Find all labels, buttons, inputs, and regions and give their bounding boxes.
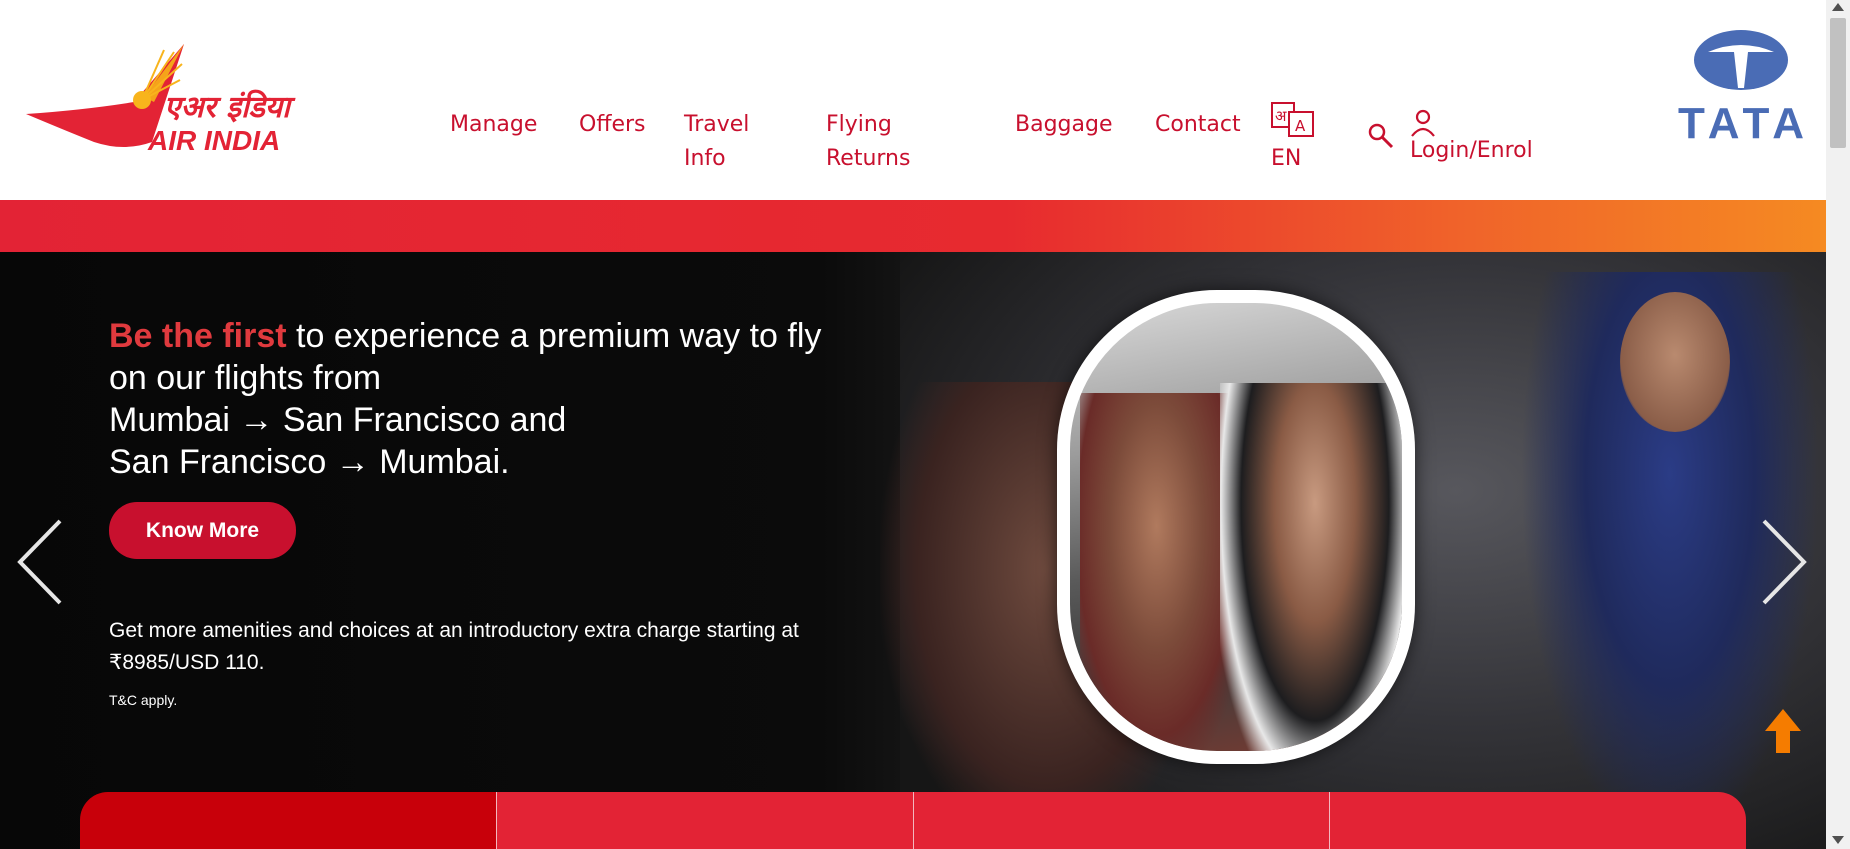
headline-highlight: Be the first bbox=[109, 317, 287, 355]
nav-flying-returns-label-2: Returns bbox=[826, 146, 911, 171]
aircraft-window-frame bbox=[1057, 290, 1415, 764]
tata-logo-graphic: TATA bbox=[1678, 30, 1804, 148]
tata-logo-text: TATA bbox=[1678, 99, 1804, 140]
chevron-right-icon bbox=[1762, 519, 1807, 605]
login-label: Login/Enrol bbox=[1410, 138, 1533, 163]
chevron-left-icon bbox=[17, 519, 62, 605]
nav-baggage-label: Baggage bbox=[1015, 112, 1113, 137]
nav-travel-info-label-2: Info bbox=[684, 146, 726, 171]
nav-baggage[interactable]: Baggage bbox=[1015, 108, 1135, 142]
gradient-banner-strip bbox=[0, 200, 1826, 252]
hero-headline: Be the first to experience a premium way… bbox=[109, 315, 929, 483]
nav-offers[interactable]: Offers bbox=[579, 108, 679, 142]
nav-flying-returns-label-1: Flying bbox=[826, 112, 892, 137]
logo-english-text: AIR INDIA bbox=[147, 125, 280, 156]
amenities-line2: ₹8985/USD 110. bbox=[109, 651, 265, 674]
scrollbar-thumb[interactable] bbox=[1830, 18, 1846, 148]
headline-line4: San Francisco → Mumbai. bbox=[109, 443, 510, 481]
nav-travel-info-label-1: Travel bbox=[684, 112, 750, 137]
nav-flying-returns[interactable]: Flying Returns bbox=[826, 108, 966, 176]
know-more-button[interactable]: Know More bbox=[109, 502, 296, 559]
booking-tabs bbox=[80, 792, 1746, 849]
login-button[interactable]: Login/Enrol bbox=[1410, 108, 1533, 163]
user-icon bbox=[1411, 109, 1435, 137]
search-button[interactable] bbox=[1366, 121, 1396, 151]
svg-text:अ: अ bbox=[1275, 107, 1287, 125]
language-icon: अ A bbox=[1271, 102, 1314, 137]
logo-hindi-text: एअर इंडिया bbox=[164, 89, 296, 125]
nav-manage-label: Manage bbox=[450, 112, 538, 137]
air-india-logo-graphic: एअर इंडिया AIR INDIA bbox=[26, 44, 296, 156]
nav-travel-info[interactable]: Travel Info bbox=[684, 108, 794, 176]
hero-carousel: Be the first to experience a premium way… bbox=[0, 252, 1826, 849]
search-icon bbox=[1368, 123, 1394, 149]
nav-contact[interactable]: Contact bbox=[1155, 108, 1255, 142]
scroll-down-arrow-icon[interactable] bbox=[1832, 836, 1844, 844]
language-label: EN bbox=[1271, 146, 1302, 171]
carousel-prev-button[interactable] bbox=[16, 517, 64, 607]
flight-attendant-face bbox=[1620, 292, 1730, 432]
language-selector[interactable]: अ A EN bbox=[1271, 102, 1331, 171]
nav-manage[interactable]: Manage bbox=[450, 108, 580, 142]
window-passenger-woman bbox=[1220, 383, 1402, 751]
terms-text: T&C apply. bbox=[109, 692, 178, 708]
nav-contact-label: Contact bbox=[1155, 112, 1241, 137]
booking-tab-1[interactable] bbox=[80, 792, 497, 849]
tata-logo[interactable]: TATA bbox=[1678, 30, 1804, 148]
air-india-logo[interactable]: एअर इंडिया AIR INDIA bbox=[24, 42, 404, 157]
booking-tab-2[interactable] bbox=[496, 792, 914, 849]
svg-text:A: A bbox=[1295, 117, 1306, 135]
booking-tab-3[interactable] bbox=[913, 792, 1331, 849]
headline-line1: to experience a premium way to fly bbox=[286, 317, 822, 355]
arrow-up-icon bbox=[1765, 709, 1801, 753]
booking-tab-4[interactable] bbox=[1330, 792, 1746, 849]
headline-line2: on our flights from bbox=[109, 359, 382, 397]
amenities-text: Get more amenities and choices at an int… bbox=[109, 615, 959, 679]
nav-offers-label: Offers bbox=[579, 112, 646, 137]
scroll-to-top-button[interactable] bbox=[1763, 707, 1803, 755]
headline-line3: Mumbai → San Francisco and bbox=[109, 401, 567, 439]
scroll-up-arrow-icon[interactable] bbox=[1832, 3, 1844, 11]
carousel-next-button[interactable] bbox=[1760, 517, 1808, 607]
page-scrollbar[interactable] bbox=[1826, 0, 1850, 849]
site-header: एअर इंडिया AIR INDIA Manage Offers Trave… bbox=[0, 0, 1826, 200]
amenities-line1: Get more amenities and choices at an int… bbox=[109, 619, 799, 642]
